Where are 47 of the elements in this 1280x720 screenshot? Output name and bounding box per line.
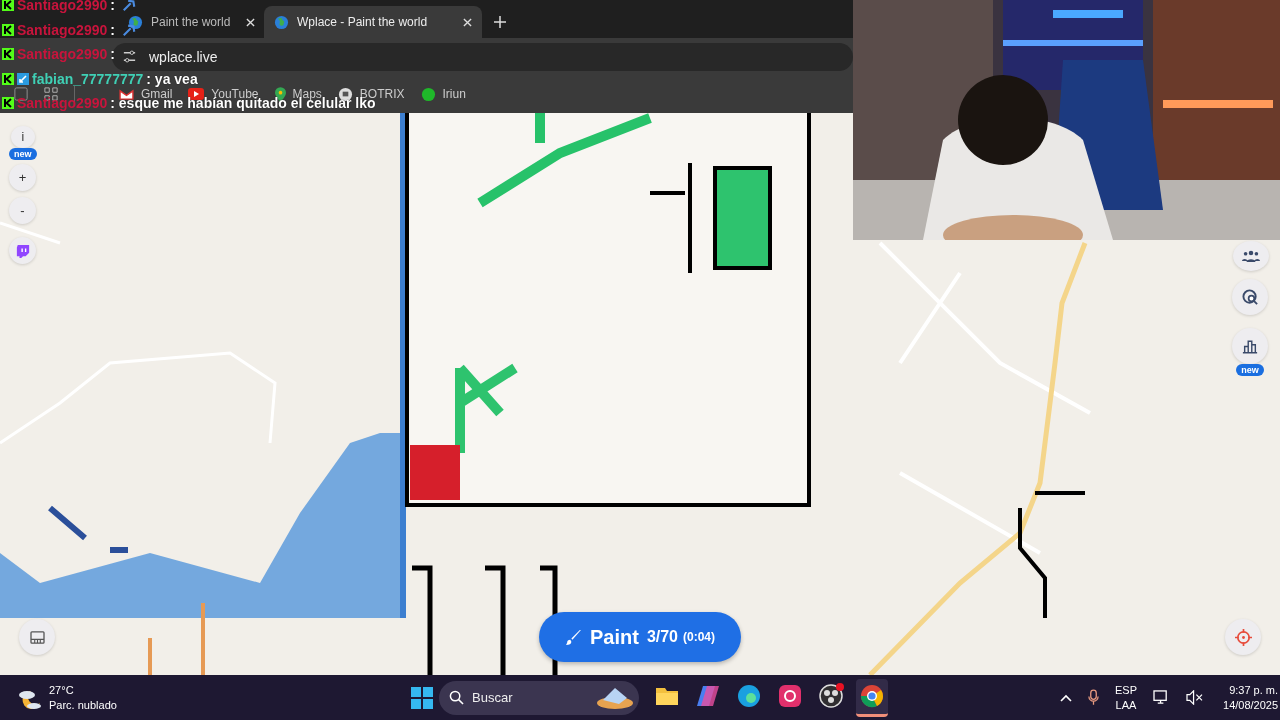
new-badge: new <box>9 148 37 160</box>
chevron-up-icon[interactable] <box>1060 693 1072 702</box>
close-icon[interactable] <box>246 17 256 27</box>
target-icon <box>1234 628 1252 646</box>
people-icon <box>1242 249 1260 263</box>
chat-username: Santiago2990 <box>17 0 108 14</box>
chat-username: Santiago2990 <box>17 21 108 38</box>
emote-icon <box>121 22 136 37</box>
muted-speaker-icon[interactable] <box>1186 690 1203 705</box>
weather-condition: Parc. nublado <box>49 697 117 713</box>
chat-message: : <box>110 0 115 14</box>
brush-icon <box>564 628 582 646</box>
paint-button[interactable]: Paint 3/70 (0:04) <box>539 612 741 662</box>
emote-icon <box>121 0 136 13</box>
browser-tab[interactable]: Paint the world <box>118 6 258 38</box>
bookmark[interactable]: Iriun <box>420 86 466 102</box>
bar-chart-icon <box>1242 338 1258 354</box>
globe-icon <box>128 14 143 30</box>
search-icon <box>449 690 464 705</box>
circle-icon <box>420 86 436 102</box>
globe-icon <box>274 14 289 30</box>
chat-username: fabian_77777777 <box>32 70 144 87</box>
badge-icon <box>2 0 14 12</box>
chat-message: : ya vea <box>146 70 198 87</box>
twitch-icon <box>15 243 30 258</box>
temperature: 27°C <box>49 682 75 698</box>
close-icon[interactable] <box>463 17 472 27</box>
badge-icon <box>2 97 14 110</box>
grid-icon <box>29 630 45 644</box>
mail-icon <box>119 88 134 100</box>
new-tab-icon[interactable] <box>494 16 506 28</box>
chat-username: Santiago2990 <box>17 46 108 63</box>
microphone-icon[interactable] <box>1088 689 1099 706</box>
clock[interactable]: 9:37 p. m. 14/08/2025 <box>1223 682 1279 713</box>
badge-icon <box>2 48 14 61</box>
network-icon[interactable] <box>1153 690 1170 705</box>
chat-message: : <box>110 46 115 63</box>
chat-message: : <box>110 21 115 38</box>
globe-search-icon <box>1241 288 1259 306</box>
search-field[interactable]: Buscar <box>439 680 639 715</box>
search-highlight-icon <box>595 685 635 710</box>
new-badge: new <box>1236 364 1264 376</box>
browser-tab[interactable]: Wplace - Paint the world <box>264 6 482 38</box>
chat-username: Santiago2990 <box>17 95 108 112</box>
windows-icon[interactable] <box>411 686 433 709</box>
chrome-app-icon[interactable] <box>856 678 888 717</box>
language-indicator[interactable]: ESP LAA <box>1115 682 1137 713</box>
